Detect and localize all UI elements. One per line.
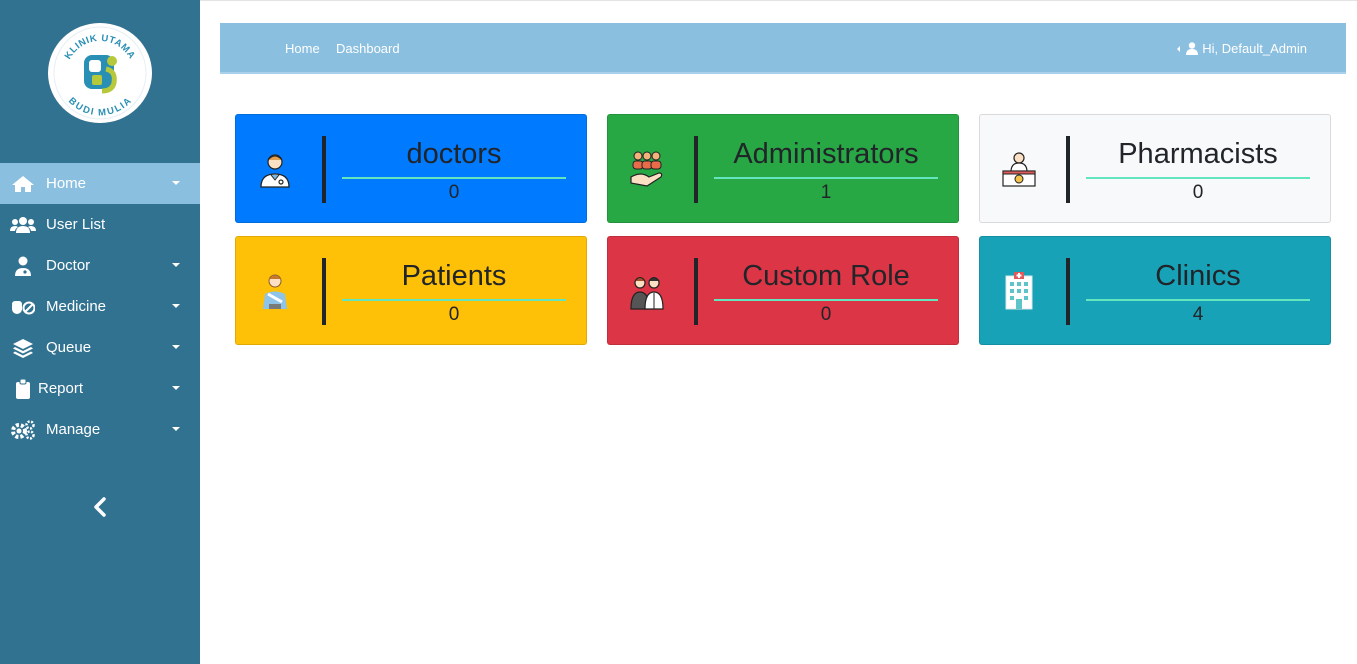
card-divider [1066,136,1070,203]
doctor-icon [10,256,36,276]
chevron-down-icon [172,345,180,349]
card-pharmacists[interactable]: Pharmacists 0 [979,114,1331,223]
hospital-building-icon [1000,272,1038,310]
card-divider [1066,258,1070,325]
sidebar-item-manage[interactable]: Manage [0,409,200,450]
sidebar-item-label: Queue [46,339,92,356]
sidebar-item-label: Manage [46,421,101,438]
card-underline [1086,299,1310,301]
sidebar-item-report[interactable]: Report [0,368,200,409]
card-title: doctors [406,138,502,170]
gears-icon [10,419,36,440]
card-doctors[interactable]: doctors 0 [235,114,587,223]
sidebar-collapse-button[interactable] [88,495,112,519]
user-icon [1186,42,1199,55]
sidebar-item-label: Report [38,380,84,397]
card-custom-role[interactable]: Custom Role 0 [607,236,959,345]
card-title: Pharmacists [1118,138,1278,170]
sidebar-item-medicine[interactable]: Medicine [0,286,200,327]
card-divider [694,258,698,325]
sidebar-item-home[interactable]: Home [0,163,200,204]
sidebar: KLINIK UTAMA BUDI MULIA Home User List D… [0,0,200,664]
doctor-avatar-icon [256,150,294,188]
card-count: 0 [448,304,460,325]
card-underline [1086,177,1310,179]
sidebar-item-queue[interactable]: Queue [0,327,200,368]
sidebar-item-label: Home [46,175,87,192]
layers-icon [10,338,36,358]
pharmacist-desk-icon [1000,150,1038,188]
top-border [200,0,1357,3]
card-count: 1 [820,182,832,203]
card-divider [322,258,326,325]
card-underline [342,177,566,179]
sidebar-item-doctor[interactable]: Doctor [0,245,200,286]
sidebar-item-user-list[interactable]: User List [0,204,200,245]
user-menu[interactable]: Hi, Default_Admin [1177,41,1307,56]
card-underline [342,299,566,301]
pills-icon [10,297,36,317]
people-pair-icon [628,272,666,310]
card-divider [694,136,698,203]
card-title: Clinics [1155,260,1241,292]
caret-left-icon [1177,45,1181,52]
card-divider [322,136,326,203]
chevron-down-icon [172,427,180,431]
card-administrators[interactable]: Administrators 1 [607,114,959,223]
users-icon [10,215,36,235]
clipboard-icon [10,378,36,399]
chevron-down-icon [172,181,180,185]
card-count: 0 [1192,182,1204,203]
chevron-down-icon [172,304,180,308]
card-title: Administrators [733,138,919,170]
team-hand-icon [628,150,666,188]
card-title: Patients [401,260,507,292]
nav-link-dashboard[interactable]: Dashboard [336,41,400,56]
chevron-left-icon [94,497,106,517]
card-count: 4 [1192,304,1204,325]
nav-link-home[interactable]: Home [285,41,320,56]
top-navbar: Home Dashboard Hi, Default_Admin [220,23,1346,74]
card-title: Custom Role [742,260,910,292]
clinic-logo[interactable]: KLINIK UTAMA BUDI MULIA [48,23,152,123]
chevron-down-icon [172,386,180,390]
home-icon [10,174,36,194]
card-underline [714,299,938,301]
chevron-down-icon [172,263,180,267]
user-greeting: Hi, Default_Admin [1202,41,1307,56]
card-clinics[interactable]: Clinics 4 [979,236,1331,345]
card-patients[interactable]: Patients 0 [235,236,587,345]
sidebar-nav: Home User List Doctor Medicine Queue Rep… [0,163,200,450]
card-count: 0 [820,304,832,325]
sidebar-item-label: Medicine [46,298,107,315]
patient-icon [256,272,294,310]
card-count: 0 [448,182,460,203]
sidebar-item-label: Doctor [46,257,91,274]
card-underline [714,177,938,179]
sidebar-item-label: User List [46,216,106,233]
